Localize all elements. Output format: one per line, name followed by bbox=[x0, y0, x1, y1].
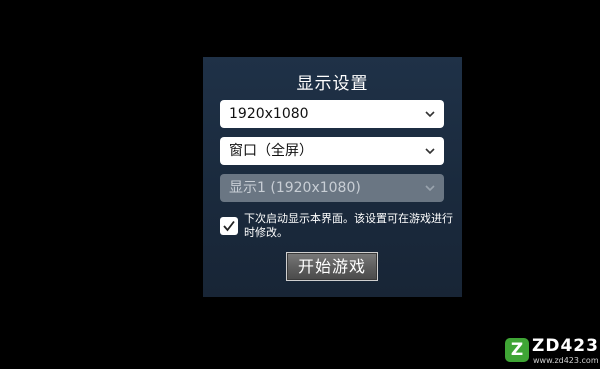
display-settings-dialog: 显示设置 1920x1080 窗口（全屏） 显示1 (1920x1080) 下次… bbox=[203, 57, 462, 297]
watermark-brand: ZD423 bbox=[532, 336, 599, 356]
chevron-down-icon bbox=[425, 111, 435, 118]
resolution-value: 1920x1080 bbox=[229, 106, 309, 122]
window-mode-select[interactable]: 窗口（全屏） bbox=[220, 137, 444, 165]
watermark-url: www.zd423.com bbox=[533, 356, 599, 365]
chevron-down-icon bbox=[425, 148, 435, 155]
display-select: 显示1 (1920x1080) bbox=[220, 174, 444, 202]
display-value: 显示1 (1920x1080) bbox=[229, 180, 361, 196]
checkmark-icon bbox=[223, 220, 235, 232]
watermark: Z ZD423 www.zd423.com bbox=[503, 334, 600, 369]
resolution-select[interactable]: 1920x1080 bbox=[220, 100, 444, 128]
screen: 显示设置 1920x1080 窗口（全屏） 显示1 (1920x1080) 下次… bbox=[0, 0, 600, 369]
window-mode-value: 窗口（全屏） bbox=[229, 143, 313, 159]
chevron-down-icon bbox=[425, 185, 435, 192]
dialog-title: 显示设置 bbox=[296, 74, 369, 94]
start-game-button[interactable]: 开始游戏 bbox=[286, 252, 378, 281]
brand-logo-icon: Z bbox=[505, 338, 529, 362]
show-on-startup-checkbox[interactable] bbox=[220, 217, 238, 235]
show-on-startup-label: 下次启动显示本界面。该设置可在游戏进行时修改。 bbox=[244, 212, 453, 239]
